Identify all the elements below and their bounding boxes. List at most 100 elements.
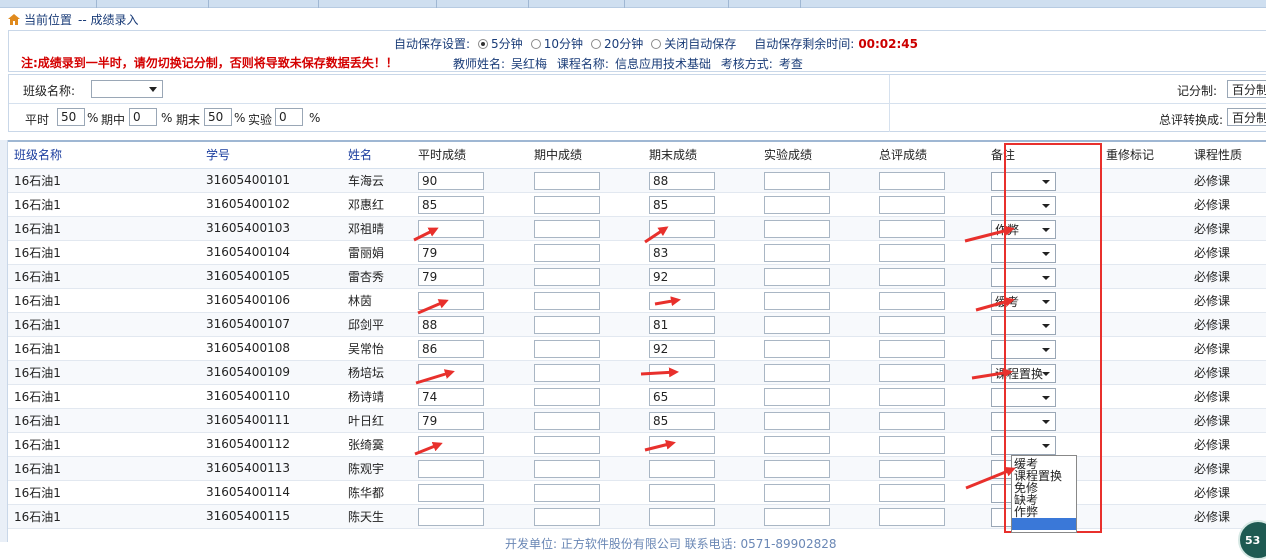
total-score-input[interactable]: [879, 436, 945, 454]
final-score-input[interactable]: [649, 484, 715, 502]
total-score-input[interactable]: [879, 340, 945, 358]
mid-score-input[interactable]: [534, 340, 600, 358]
usual-score-input[interactable]: [418, 220, 484, 238]
mid-score-input[interactable]: [534, 388, 600, 406]
final-score-input[interactable]: 92: [649, 340, 715, 358]
final-score-input[interactable]: [649, 292, 715, 310]
mid-score-input[interactable]: [534, 316, 600, 334]
col-header-name[interactable]: 姓名: [342, 142, 412, 169]
col-header-class[interactable]: 班级名称: [8, 142, 200, 169]
lab-score-input[interactable]: [764, 340, 830, 358]
col-header-id[interactable]: 学号: [200, 142, 342, 169]
usual-score-input[interactable]: [418, 436, 484, 454]
total-score-input[interactable]: [879, 244, 945, 262]
radio-checked-icon[interactable]: [478, 38, 489, 49]
mid-score-input[interactable]: [534, 508, 600, 526]
radio-icon[interactable]: [590, 38, 601, 49]
final-score-input[interactable]: 92: [649, 268, 715, 286]
usual-score-input[interactable]: [418, 460, 484, 478]
usual-weight-input[interactable]: 50: [57, 108, 85, 126]
final-score-input[interactable]: 65: [649, 388, 715, 406]
final-weight-input[interactable]: 50: [204, 108, 232, 126]
lab-score-input[interactable]: [764, 292, 830, 310]
autosave-option-5min[interactable]: 5分钟: [478, 35, 523, 52]
total-score-input[interactable]: [879, 388, 945, 406]
lab-score-input[interactable]: [764, 460, 830, 478]
lab-score-input[interactable]: [764, 508, 830, 526]
lab-score-input[interactable]: [764, 388, 830, 406]
floating-badge[interactable]: 53: [1238, 520, 1266, 560]
mid-score-input[interactable]: [534, 172, 600, 190]
usual-score-input[interactable]: [418, 292, 484, 310]
lab-score-input[interactable]: [764, 484, 830, 502]
convert-select[interactable]: 百分制: [1227, 108, 1266, 126]
lab-score-input[interactable]: [764, 172, 830, 190]
mid-score-input[interactable]: [534, 196, 600, 214]
usual-score-input[interactable]: [418, 364, 484, 382]
usual-score-input[interactable]: [418, 508, 484, 526]
usual-score-input[interactable]: 86: [418, 340, 484, 358]
final-score-input[interactable]: 85: [649, 412, 715, 430]
radio-icon[interactable]: [651, 38, 662, 49]
home-icon[interactable]: [8, 13, 20, 25]
autosave-option-20min[interactable]: 20分钟: [590, 35, 643, 52]
lab-score-input[interactable]: [764, 364, 830, 382]
total-score-input[interactable]: [879, 172, 945, 190]
mid-weight-input[interactable]: 0: [129, 108, 157, 126]
mid-score-input[interactable]: [534, 220, 600, 238]
autosave-option-off[interactable]: 关闭自动保存: [651, 35, 736, 52]
remark-option-blank[interactable]: [1012, 518, 1076, 530]
total-score-input[interactable]: [879, 292, 945, 310]
lab-score-input[interactable]: [764, 196, 830, 214]
total-score-input[interactable]: [879, 460, 945, 478]
cell-retake: [1100, 216, 1188, 241]
usual-score-input[interactable]: 74: [418, 388, 484, 406]
total-score-input[interactable]: [879, 484, 945, 502]
remark-dropdown-list[interactable]: 缓考 课程置换 免修 缺考 作弊: [1011, 455, 1077, 533]
mid-score-input[interactable]: [534, 292, 600, 310]
mid-score-input[interactable]: [534, 484, 600, 502]
mid-score-input[interactable]: [534, 460, 600, 478]
final-score-input[interactable]: 88: [649, 172, 715, 190]
mid-score-input[interactable]: [534, 436, 600, 454]
mid-score-input[interactable]: [534, 412, 600, 430]
lab-score-input[interactable]: [764, 436, 830, 454]
class-name-select[interactable]: [91, 80, 163, 98]
final-score-input[interactable]: [649, 220, 715, 238]
final-score-input[interactable]: [649, 460, 715, 478]
total-score-input[interactable]: [879, 412, 945, 430]
final-score-input[interactable]: [649, 508, 715, 526]
total-score-input[interactable]: [879, 220, 945, 238]
usual-score-input[interactable]: 79: [418, 268, 484, 286]
breadcrumb-label[interactable]: 当前位置: [24, 11, 72, 28]
total-score-input[interactable]: [879, 316, 945, 334]
final-score-input[interactable]: 85: [649, 196, 715, 214]
total-score-input[interactable]: [879, 268, 945, 286]
final-score-input[interactable]: [649, 364, 715, 382]
final-score-input[interactable]: [649, 436, 715, 454]
lab-weight-input[interactable]: 0: [275, 108, 303, 126]
lab-score-input[interactable]: [764, 244, 830, 262]
mid-score-input[interactable]: [534, 364, 600, 382]
usual-score-input[interactable]: 85: [418, 196, 484, 214]
usual-score-input[interactable]: 90: [418, 172, 484, 190]
usual-score-input[interactable]: [418, 484, 484, 502]
total-score-input[interactable]: [879, 364, 945, 382]
remark-option-cheating[interactable]: 作弊: [1012, 506, 1076, 518]
lab-score-input[interactable]: [764, 220, 830, 238]
score-system-select[interactable]: 百分制: [1227, 80, 1266, 98]
lab-score-input[interactable]: [764, 316, 830, 334]
usual-score-input[interactable]: 79: [418, 244, 484, 262]
usual-score-input[interactable]: 79: [418, 412, 484, 430]
final-score-input[interactable]: 83: [649, 244, 715, 262]
mid-score-input[interactable]: [534, 244, 600, 262]
mid-score-input[interactable]: [534, 268, 600, 286]
lab-score-input[interactable]: [764, 412, 830, 430]
final-score-input[interactable]: 81: [649, 316, 715, 334]
total-score-input[interactable]: [879, 508, 945, 526]
usual-score-input[interactable]: 88: [418, 316, 484, 334]
radio-icon[interactable]: [530, 38, 541, 49]
lab-score-input[interactable]: [764, 268, 830, 286]
autosave-option-10min[interactable]: 10分钟: [530, 35, 583, 52]
total-score-input[interactable]: [879, 196, 945, 214]
